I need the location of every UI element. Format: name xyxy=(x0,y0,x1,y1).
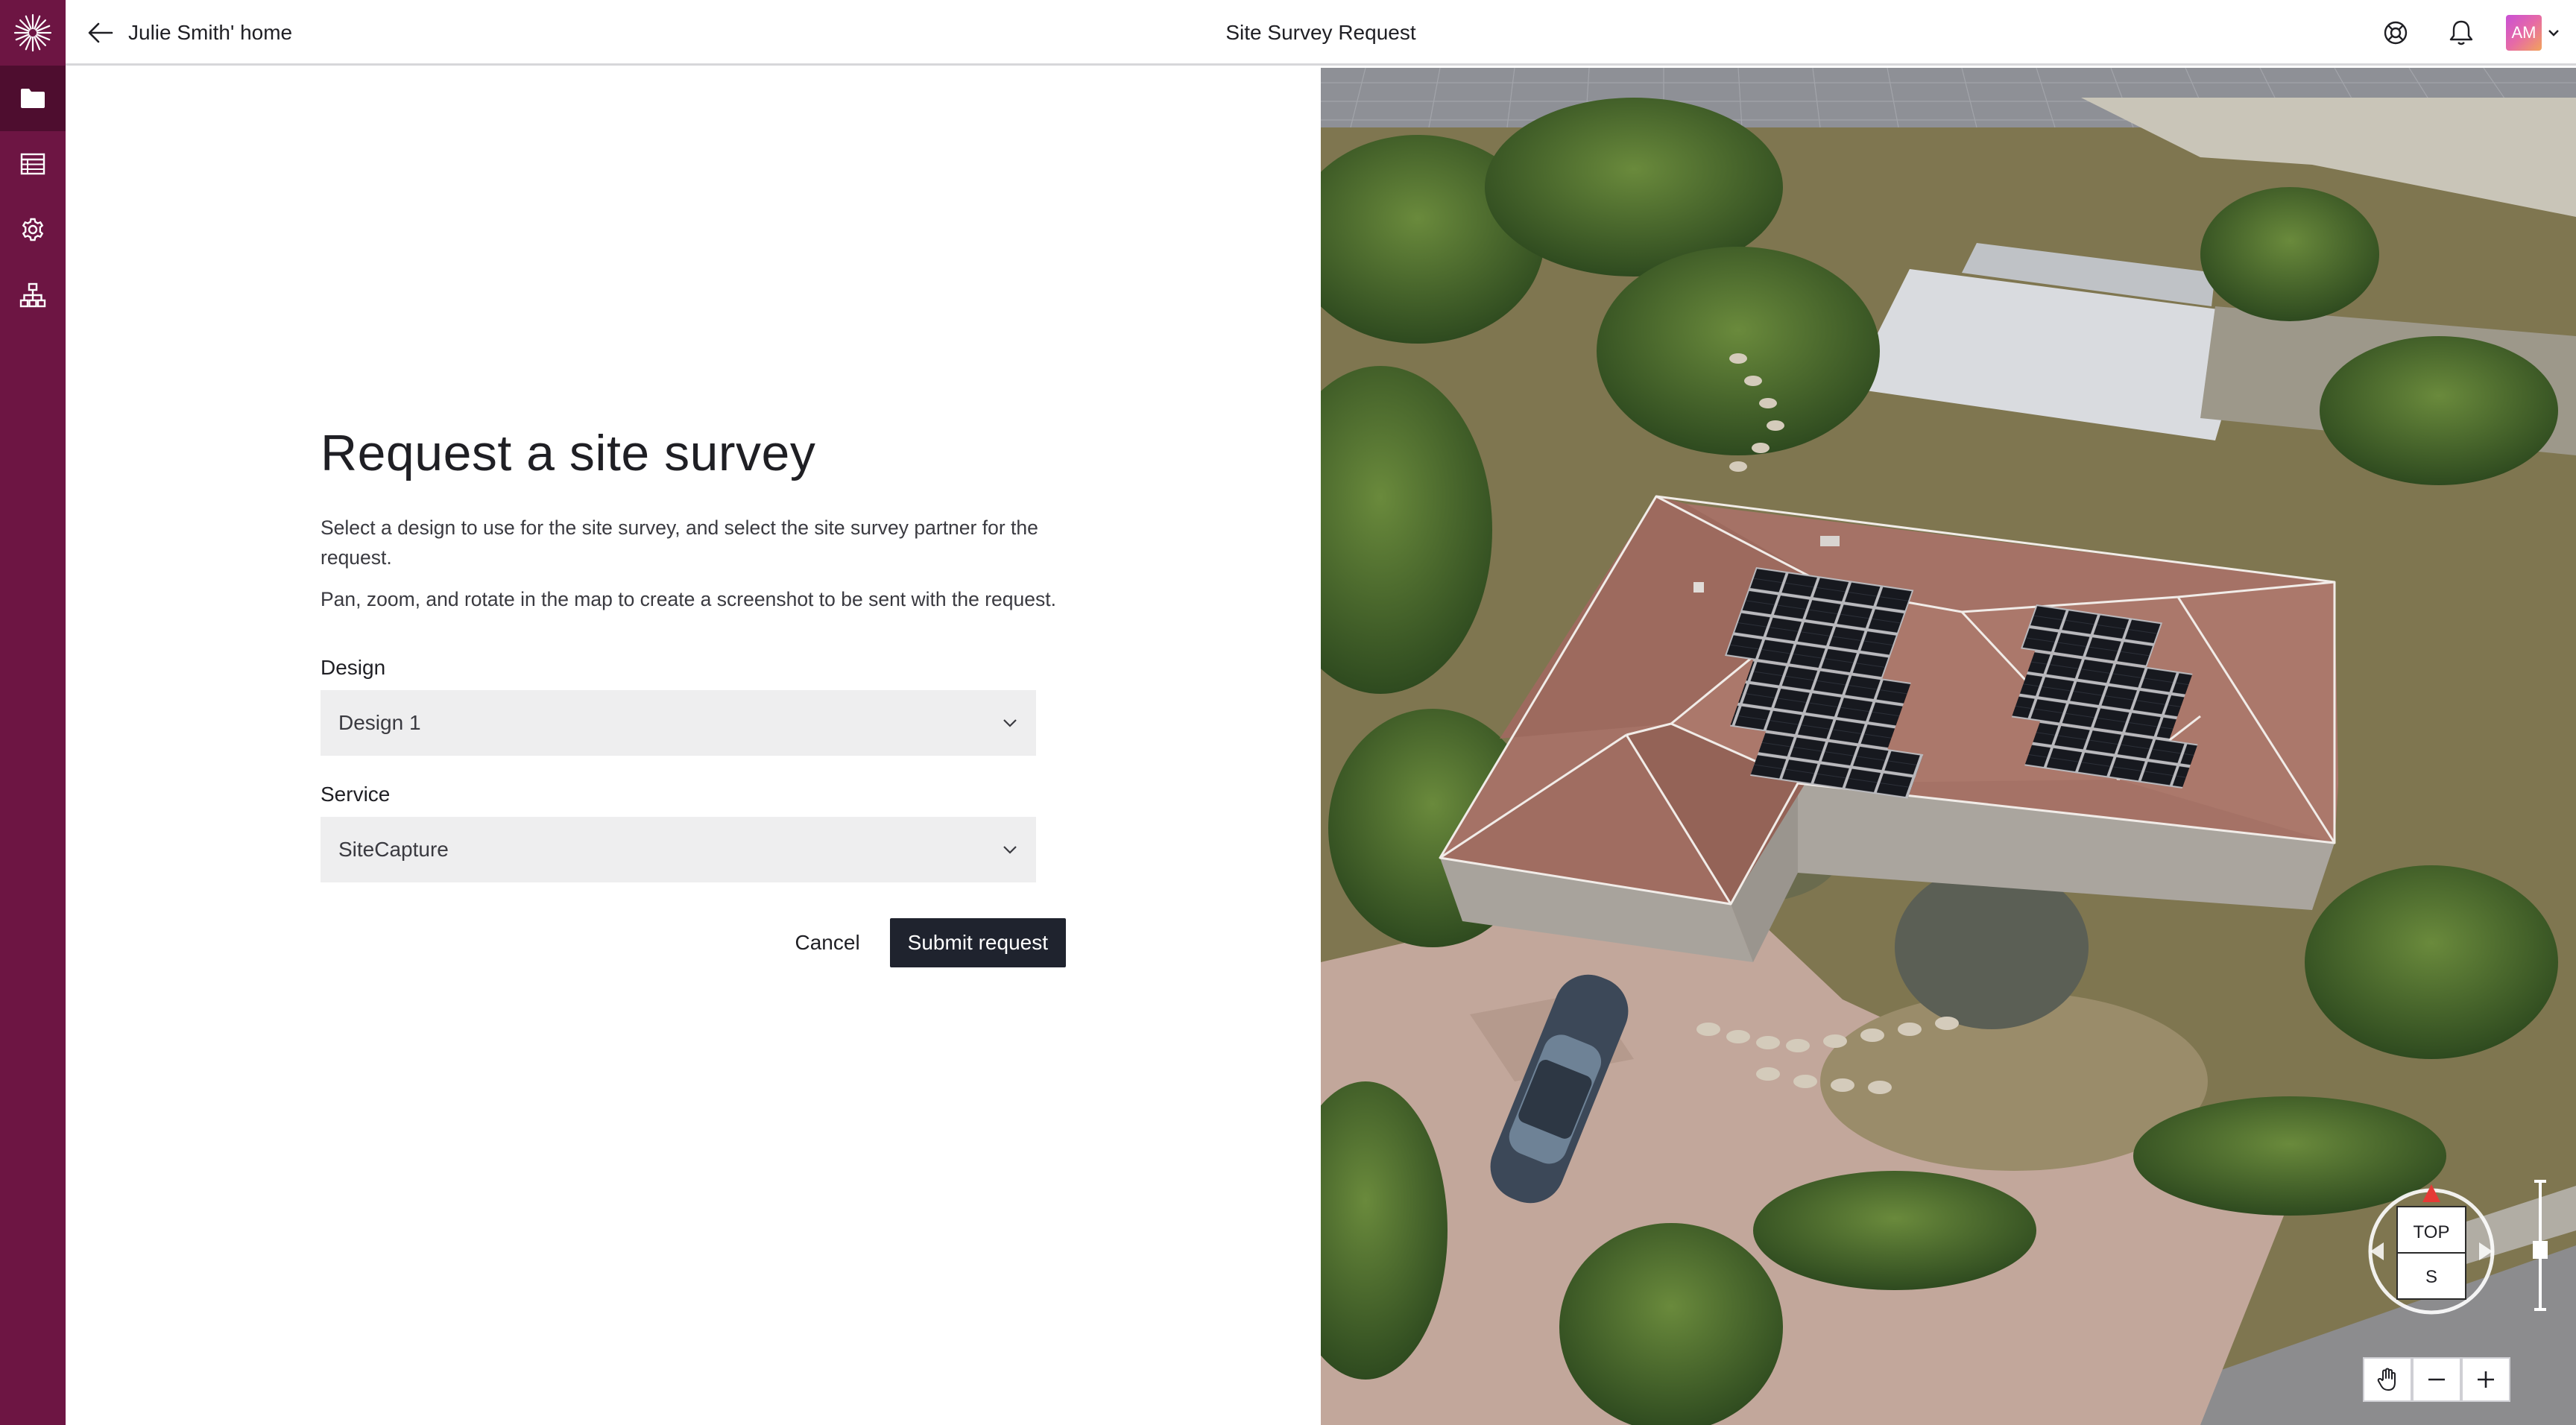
app-logo-icon[interactable] xyxy=(0,0,66,66)
folder-icon xyxy=(21,89,45,108)
help-button[interactable] xyxy=(2372,9,2419,57)
chevron-down-icon xyxy=(1003,719,1017,727)
gear-icon xyxy=(22,218,44,241)
pan-button[interactable] xyxy=(2363,1357,2412,1402)
design-select-value: Design 1 xyxy=(338,710,421,734)
sidebar xyxy=(0,0,66,1425)
back-link[interactable]: Julie Smith' home xyxy=(88,0,292,66)
service-select-value: SiteCapture xyxy=(338,837,449,861)
map-view[interactable]: TOP S xyxy=(1321,68,2576,1425)
request-panel: Request a site survey Select a design to… xyxy=(66,68,1321,1425)
plus-icon xyxy=(2478,1371,2494,1388)
submit-request-button[interactable]: Submit request xyxy=(889,917,1066,967)
compass-widget[interactable]: TOP S xyxy=(2364,1171,2498,1320)
form-description: Select a design to use for the site surv… xyxy=(321,516,1038,569)
form-heading: Request a site survey xyxy=(321,425,816,481)
table-icon xyxy=(20,153,45,175)
sidebar-item-table[interactable] xyxy=(0,131,66,197)
notifications-button[interactable] xyxy=(2437,9,2485,57)
sidebar-item-organization[interactable] xyxy=(0,262,66,328)
zoom-in-button[interactable] xyxy=(2461,1357,2510,1402)
back-link-label: Julie Smith' home xyxy=(128,21,293,44)
service-select[interactable]: SiteCapture xyxy=(321,816,1036,882)
chevron-down-icon xyxy=(1003,846,1017,854)
top-actions: AM xyxy=(2354,0,2560,66)
chevron-down-icon xyxy=(2548,30,2559,37)
cancel-button[interactable]: Cancel xyxy=(777,918,878,967)
form-instructions: Pan, zoom, and rotate in the map to crea… xyxy=(321,587,1056,610)
site-survey-form: Request a site survey Select a design to… xyxy=(321,426,1073,967)
sidebar-item-projects[interactable] xyxy=(0,66,66,131)
compass-direction-label[interactable]: S xyxy=(2425,1267,2437,1287)
zoom-out-button[interactable] xyxy=(2412,1357,2461,1402)
org-chart-icon xyxy=(19,282,46,308)
design-select[interactable]: Design 1 xyxy=(321,689,1036,756)
avatar: AM xyxy=(2506,15,2542,51)
arrow-left-icon xyxy=(88,22,113,43)
lifebuoy-icon xyxy=(2384,21,2408,45)
page-title: Site Survey Request xyxy=(1225,21,1416,44)
sidebar-item-settings[interactable] xyxy=(0,197,66,262)
form-actions: Cancel Submit request xyxy=(321,917,1066,967)
minus-icon xyxy=(2428,1378,2445,1381)
zoom-slider-handle[interactable] xyxy=(2533,1241,2548,1259)
compass-top-label[interactable]: TOP xyxy=(2414,1222,2450,1242)
top-bar: Julie Smith' home Site Survey Request AM xyxy=(66,0,2576,66)
design-label: Design xyxy=(321,655,386,679)
user-menu[interactable]: AM xyxy=(2506,15,2560,51)
service-label: Service xyxy=(321,782,391,806)
bell-icon xyxy=(2449,20,2473,45)
hand-icon xyxy=(2377,1368,2396,1391)
zoom-slider[interactable] xyxy=(2533,1178,2548,1312)
